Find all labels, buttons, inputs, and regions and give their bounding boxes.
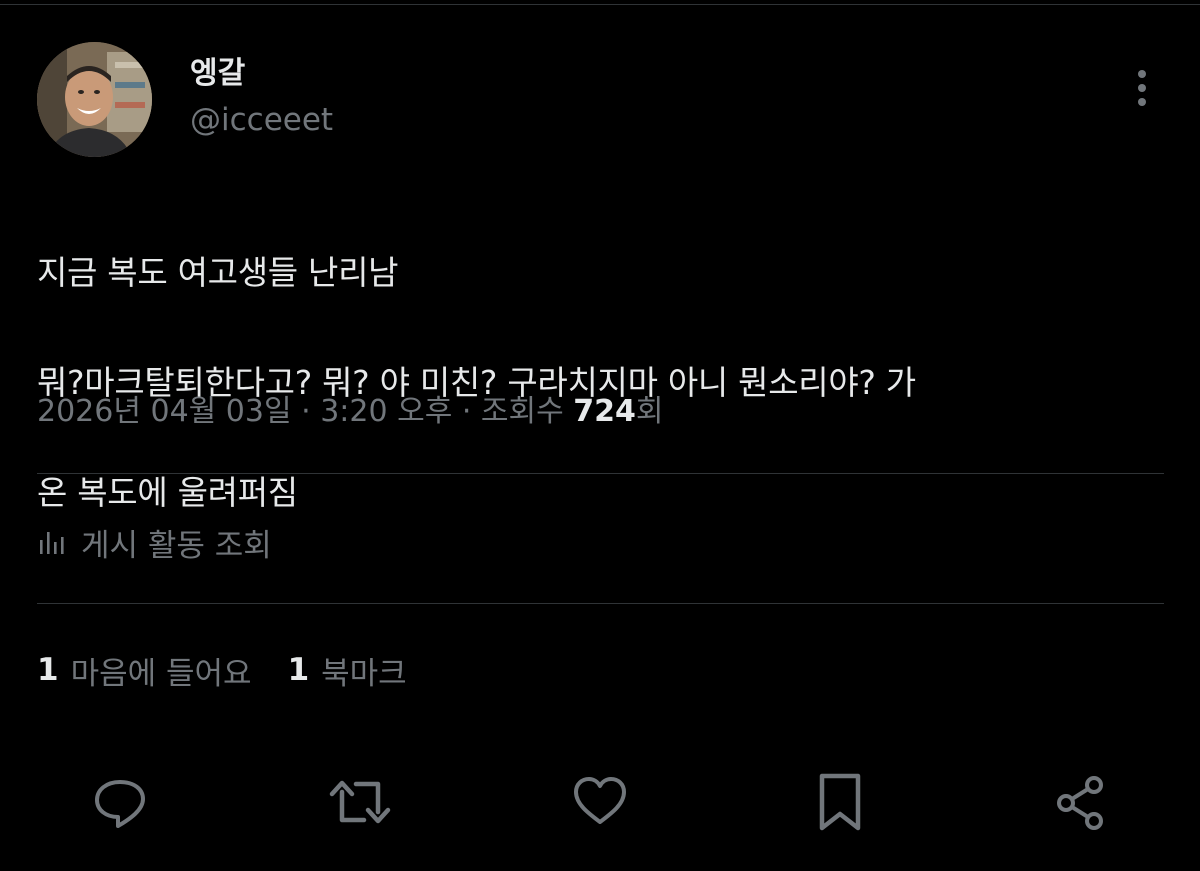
tweet-text-line: 지금 복도 여고생들 난리남: [37, 253, 399, 292]
share-button[interactable]: [1048, 770, 1112, 834]
top-divider: [0, 4, 1200, 5]
post-activity-label: 게시 활동 조회: [81, 527, 272, 564]
bookmarks-label: 북마크: [321, 655, 407, 692]
divider: [37, 473, 1164, 474]
bookmarks-count: 1: [287, 652, 310, 688]
tweet-time[interactable]: 3:20 오후: [320, 394, 452, 429]
retweet-button[interactable]: [328, 770, 392, 834]
divider: [37, 603, 1164, 604]
meta-separator: ·: [291, 394, 321, 429]
reply-button[interactable]: [88, 770, 152, 834]
bookmark-icon: [819, 773, 861, 831]
action-bar: [0, 770, 1200, 834]
share-icon: [1057, 776, 1103, 830]
tweet-text: 지금 복도 여고생들 난리남 뭐?마크탈퇴한다고? 뭐? 야 미친? 구라치지마…: [37, 190, 1167, 575]
bar-chart-icon: [40, 532, 64, 554]
retweet-icon: [329, 780, 391, 824]
heart-icon: [574, 777, 626, 824]
likes-stat[interactable]: 1 마음에 들어요: [37, 648, 252, 693]
reply-icon: [95, 780, 145, 828]
likes-count: 1: [37, 652, 59, 688]
author-display-name[interactable]: 엥갈: [190, 54, 245, 94]
avatar[interactable]: [37, 42, 152, 157]
likes-label: 마음에 들어요: [70, 655, 252, 692]
views-suffix: 회: [635, 394, 664, 429]
meta-separator: ·: [452, 394, 481, 429]
bookmark-button[interactable]: [808, 770, 872, 834]
tweet-date[interactable]: 2026년 04월 03일: [37, 394, 292, 429]
avatar-image: [37, 42, 152, 157]
tweet-meta: 2026년 04월 03일 · 3:20 오후 · 조회수 724회: [37, 390, 663, 434]
more-options-button[interactable]: [1124, 66, 1160, 110]
views-label: 조회수: [480, 394, 574, 429]
tweet-stats: 1 마음에 들어요 1 북마크: [37, 648, 443, 692]
like-button[interactable]: [568, 770, 632, 834]
bookmarks-stat[interactable]: 1 북마크: [288, 648, 407, 693]
post-activity-button[interactable]: 게시 활동 조회: [37, 520, 272, 564]
author-handle[interactable]: @icceeet: [190, 100, 333, 140]
more-vertical-icon: [1138, 70, 1146, 106]
views-count: 724: [573, 394, 636, 429]
